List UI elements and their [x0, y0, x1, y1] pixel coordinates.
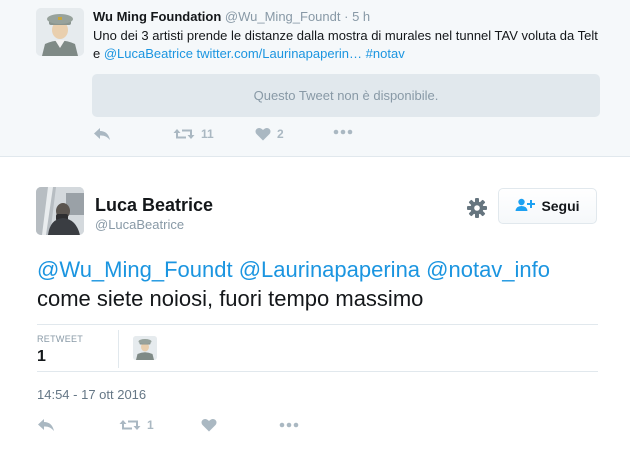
retweet-stat-value[interactable]: 1: [37, 348, 46, 366]
tweet-text: @Wu_Ming_Foundt @Laurinapaperina @notav_…: [37, 255, 622, 313]
retweet-count: 11: [201, 127, 214, 141]
parent-tweet-header: Wu Ming Foundation @Wu_Ming_Foundt · 5 h: [93, 9, 370, 24]
more-icon: [279, 422, 299, 428]
follow-person-icon: [515, 198, 541, 215]
more-button[interactable]: [333, 129, 353, 135]
follow-button[interactable]: Segui: [498, 188, 597, 224]
retweet-button[interactable]: 11: [173, 127, 214, 141]
more-icon: [333, 129, 353, 135]
retweet-icon: [173, 127, 195, 141]
tweet-body: come siete noiosi, fuori tempo massimo: [37, 286, 424, 311]
parent-tweet[interactable]: Wu Ming Foundation @Wu_Ming_Foundt · 5 h…: [0, 0, 630, 157]
retweet-stat-label[interactable]: RETWEET: [37, 334, 83, 344]
retweet-count: 1: [147, 418, 154, 432]
wu-ming-avatar[interactable]: [36, 8, 84, 56]
reply-button[interactable]: [93, 127, 111, 141]
author-name[interactable]: Luca Beatrice: [95, 195, 213, 216]
author-handle[interactable]: @LucaBeatrice: [95, 217, 184, 232]
reply-button[interactable]: [37, 418, 55, 432]
parent-tweet-time[interactable]: 5 h: [352, 9, 370, 24]
parent-tweet-text: Uno dei 3 artisti prende le distanze dal…: [93, 27, 603, 63]
parent-author-handle[interactable]: @Wu_Ming_Foundt: [225, 9, 341, 24]
url-link[interactable]: twitter.com/Laurinapaperin…: [197, 46, 362, 61]
like-button[interactable]: 2: [255, 127, 284, 141]
reply-icon: [37, 418, 55, 432]
parent-author-name[interactable]: Wu Ming Foundation: [93, 9, 221, 24]
hashtag-link[interactable]: #notav: [366, 46, 405, 61]
follow-button-label: Segui: [541, 198, 580, 214]
tweet-timestamp[interactable]: 14:54 - 17 ott 2016: [37, 387, 146, 402]
retweeter-avatar[interactable]: [133, 336, 157, 360]
stats-divider: [118, 330, 119, 368]
gear-icon[interactable]: [466, 197, 488, 219]
unavailable-tweet-notice: Questo Tweet non è disponibile.: [92, 74, 600, 117]
like-icon: [255, 127, 271, 141]
mention-link[interactable]: @LucaBeatrice: [104, 46, 193, 61]
like-button[interactable]: [201, 418, 217, 432]
more-button[interactable]: [279, 422, 299, 428]
tweet-stats: RETWEET 1: [37, 324, 598, 372]
reply-icon: [93, 127, 111, 141]
tweet-mentions[interactable]: @Wu_Ming_Foundt @Laurinapaperina @notav_…: [37, 255, 622, 284]
header-separator: ·: [344, 9, 349, 24]
tweet-actions: 1: [37, 418, 337, 438]
parent-tweet-actions: 11 2: [93, 127, 393, 147]
like-icon: [201, 418, 217, 432]
luca-beatrice-avatar[interactable]: [36, 187, 84, 235]
retweet-icon: [119, 418, 141, 432]
retweet-button[interactable]: 1: [119, 418, 154, 432]
like-count: 2: [277, 127, 284, 141]
